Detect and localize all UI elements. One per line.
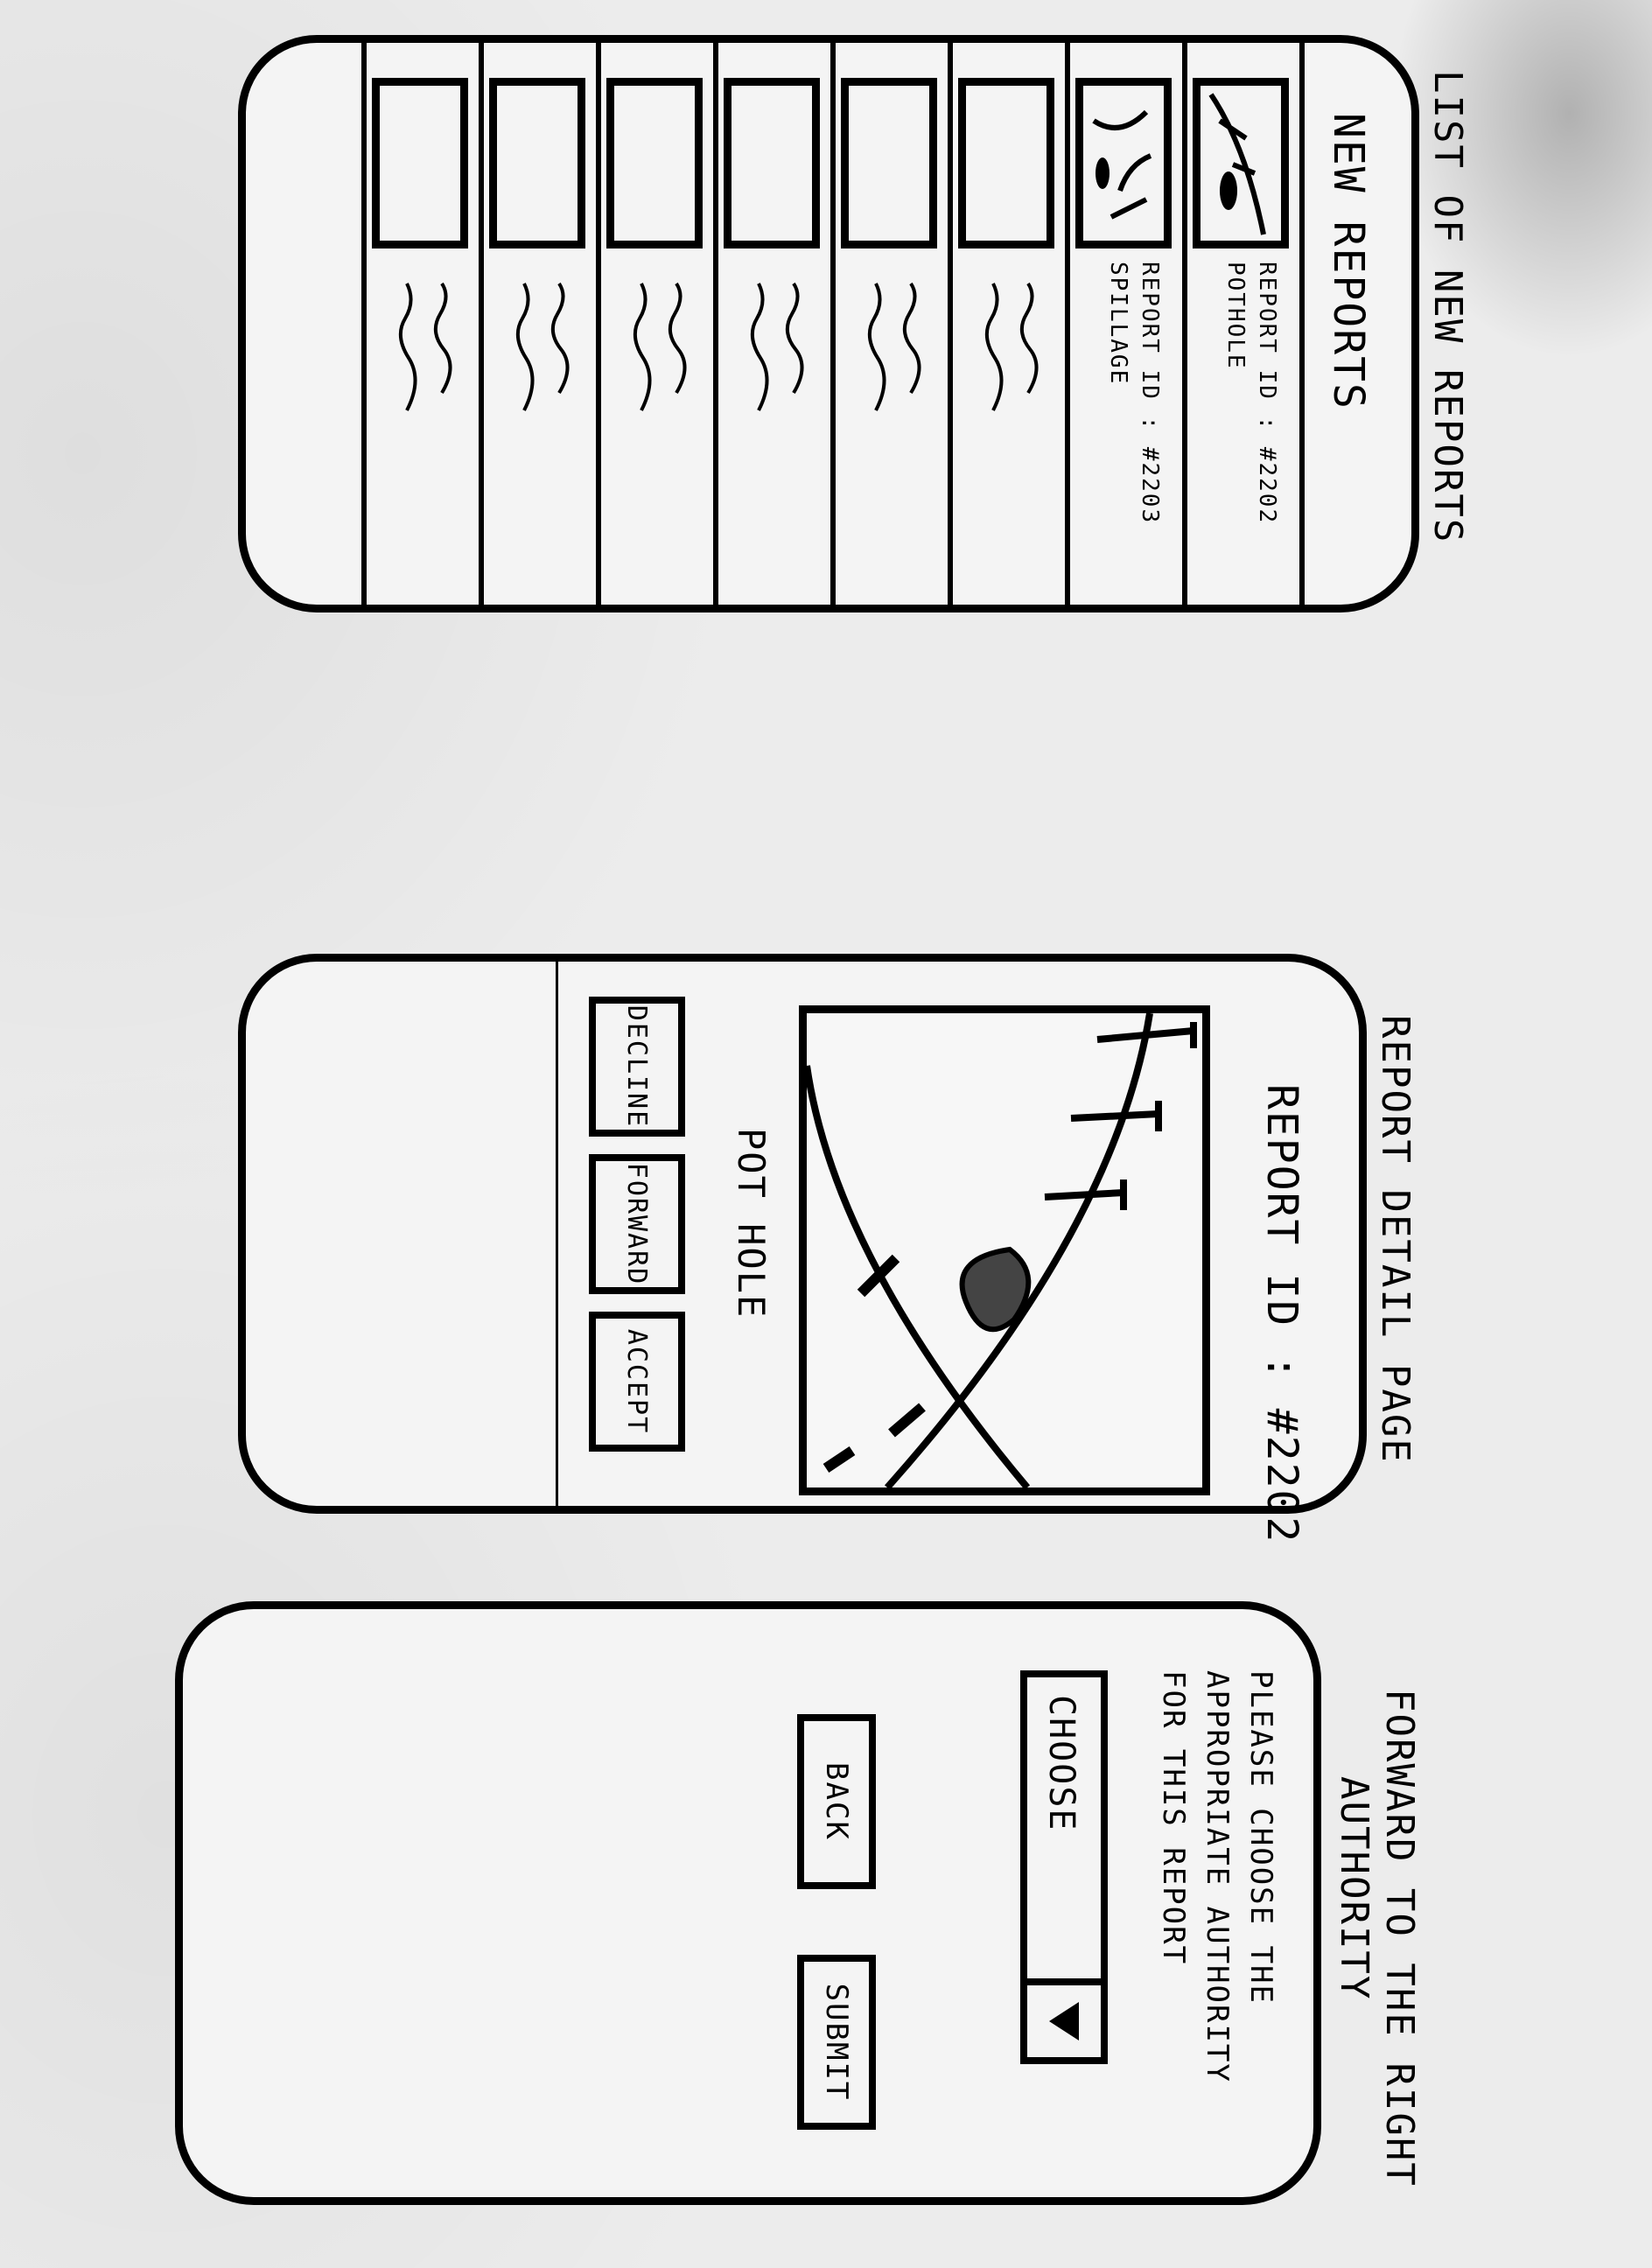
placeholder-thumbnail [958,78,1054,248]
back-button[interactable]: BACK [797,1714,876,1889]
list-item-placeholder[interactable] [361,43,479,605]
accept-button[interactable]: ACCEPT [589,1312,685,1452]
report-id: REPORT ID : #2203 [1137,262,1163,525]
list-page-title: NEW REPORTS [1324,113,1373,410]
authority-select-value: CHOOSE [1041,1695,1082,1832]
detail-caption: REPORT DETAIL PAGE [1373,1015,1418,1464]
row-divider [948,43,953,605]
list-item[interactable]: REPORT ID : #2203 SPILLAGE [1065,43,1182,605]
report-type: POTHOLE [1222,262,1249,370]
placeholder-text-scribble [984,282,1039,411]
chevron-down-icon [1049,2002,1079,2040]
row-divider [596,43,601,605]
placeholder-thumbnail [489,78,585,248]
row-divider [1065,43,1070,605]
report-id: REPORT ID : #2202 [1254,262,1280,525]
phone-frame-list: NEW REPORTS REPORT ID : #2202 POTHOLE RE… [238,35,1419,612]
report-type: SPILLAGE [1105,262,1131,386]
submit-button[interactable]: SUBMIT [797,1955,876,2130]
list-item-placeholder[interactable] [948,43,1065,605]
forward-caption-line1: FORWARD TO THE RIGHT [1377,1689,1422,2188]
list-item-placeholder[interactable] [830,43,948,605]
placeholder-thumbnail [724,78,820,248]
placeholder-text-scribble [750,282,804,411]
placeholder-text-scribble [398,282,452,411]
list-item-placeholder[interactable] [596,43,713,605]
header-divider [1299,43,1305,605]
report-photo [799,1005,1210,1495]
bottom-divider [556,962,558,1506]
row-divider [479,43,484,605]
placeholder-text-scribble [515,282,570,411]
forward-button[interactable]: FORWARD [589,1154,685,1294]
placeholder-text-scribble [633,282,687,411]
list-item-placeholder[interactable] [479,43,596,605]
authority-prompt-line2: APPROPRIATE AUTHORITY [1200,1670,1235,2083]
issue-type-label: POT HOLE [730,1128,773,1320]
authority-select[interactable]: CHOOSE [1020,1670,1108,2064]
row-divider [1182,43,1187,605]
list-item-placeholder[interactable] [713,43,830,605]
phone-frame-detail: REPORT ID : #2202 POT HOLE DECLINE FORWA… [238,954,1367,1544]
authority-prompt-line1: PLEASE CHOOSE THE [1243,1670,1278,2005]
select-dropdown-box[interactable] [1027,1978,1101,2057]
placeholder-thumbnail [606,78,703,248]
row-divider [830,43,836,605]
spill-icon [1092,109,1152,220]
row-divider [361,43,367,605]
list-item[interactable]: REPORT ID : #2202 POTHOLE [1182,43,1299,605]
report-thumbnail [1075,78,1172,248]
placeholder-thumbnail [841,78,937,248]
forward-caption-line2: AUTHORITY [1332,1776,1376,2001]
placeholder-text-scribble [867,282,921,411]
road-icon [1208,93,1266,235]
report-thumbnail [1193,78,1289,248]
report-id-title: REPORT ID : #2202 [1257,1084,1306,1544]
phone-frame-forward: PLEASE CHOOSE THE APPROPRIATE AUTHORITY … [175,1601,1321,2205]
pothole-road-illustration [803,1012,1197,1490]
list-caption: LIST OF NEW REPORTS [1425,70,1470,544]
decline-button[interactable]: DECLINE [589,997,685,1137]
placeholder-thumbnail [372,78,468,248]
authority-prompt-line3: FOR THIS REPORT [1156,1670,1191,1966]
row-divider [713,43,718,605]
